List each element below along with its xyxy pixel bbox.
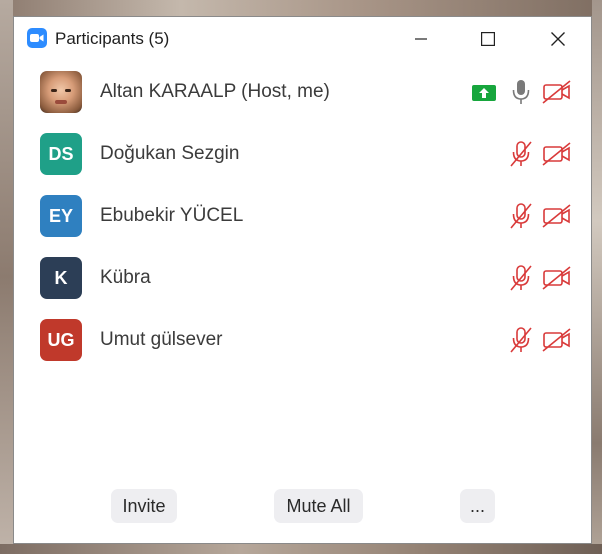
close-button[interactable] xyxy=(541,25,575,53)
desktop-background-bottom xyxy=(0,544,602,554)
invite-button[interactable]: Invite xyxy=(111,489,177,523)
participant-name: Altan KARAALP (Host, me) xyxy=(100,81,330,102)
microphone-icon[interactable] xyxy=(508,78,534,106)
desktop-background-right xyxy=(592,0,602,554)
avatar-initials: EY xyxy=(40,195,82,237)
participants-footer: Invite Mute All ... xyxy=(14,487,591,527)
mute-all-button[interactable]: Mute All xyxy=(274,489,363,523)
participant-name: Doğukan Sezgin xyxy=(100,143,240,164)
participant-row-ebubekir[interactable]: EY Ebubekir YÜCEL xyxy=(14,185,591,247)
minimize-button[interactable] xyxy=(404,25,438,53)
video-off-icon[interactable] xyxy=(542,80,572,104)
desktop-background xyxy=(0,0,602,16)
mic-muted-icon[interactable] xyxy=(508,264,534,292)
mic-muted-icon[interactable] xyxy=(508,202,534,230)
video-off-icon[interactable] xyxy=(542,142,572,166)
mic-muted-icon[interactable] xyxy=(508,326,534,354)
zoom-app-icon xyxy=(27,28,47,48)
video-off-icon[interactable] xyxy=(542,328,572,352)
video-off-icon[interactable] xyxy=(542,204,572,228)
window-title: Participants (5) xyxy=(55,29,170,48)
avatar-initials: UG xyxy=(40,319,82,361)
avatar-initials: DS xyxy=(40,133,82,175)
avatar-photo xyxy=(40,71,82,113)
participants-window: Participants (5) Altan KARAALP (Host, me… xyxy=(13,16,592,544)
more-options-button[interactable]: ... xyxy=(460,489,495,523)
participant-row-altan[interactable]: Altan KARAALP (Host, me) xyxy=(14,61,591,123)
mic-muted-icon[interactable] xyxy=(508,140,534,168)
participant-name: Ebubekir YÜCEL xyxy=(100,205,244,226)
video-off-icon[interactable] xyxy=(542,266,572,290)
participant-row-kubra[interactable]: K Kübra xyxy=(14,247,591,309)
title-bar[interactable]: Participants (5) xyxy=(14,17,591,61)
avatar-initials: K xyxy=(40,257,82,299)
participant-row-dogukan[interactable]: DS Doğukan Sezgin xyxy=(14,123,591,185)
screen-share-icon xyxy=(472,85,496,101)
participant-name: Umut gülsever xyxy=(100,329,223,350)
participant-row-umut[interactable]: UG Umut gülsever xyxy=(14,309,591,371)
participant-name: Kübra xyxy=(100,267,151,288)
desktop-background-left xyxy=(0,0,13,554)
maximize-button[interactable] xyxy=(471,25,505,53)
participant-list: Altan KARAALP (Host, me) DS Doğukan Sezg… xyxy=(14,61,591,371)
